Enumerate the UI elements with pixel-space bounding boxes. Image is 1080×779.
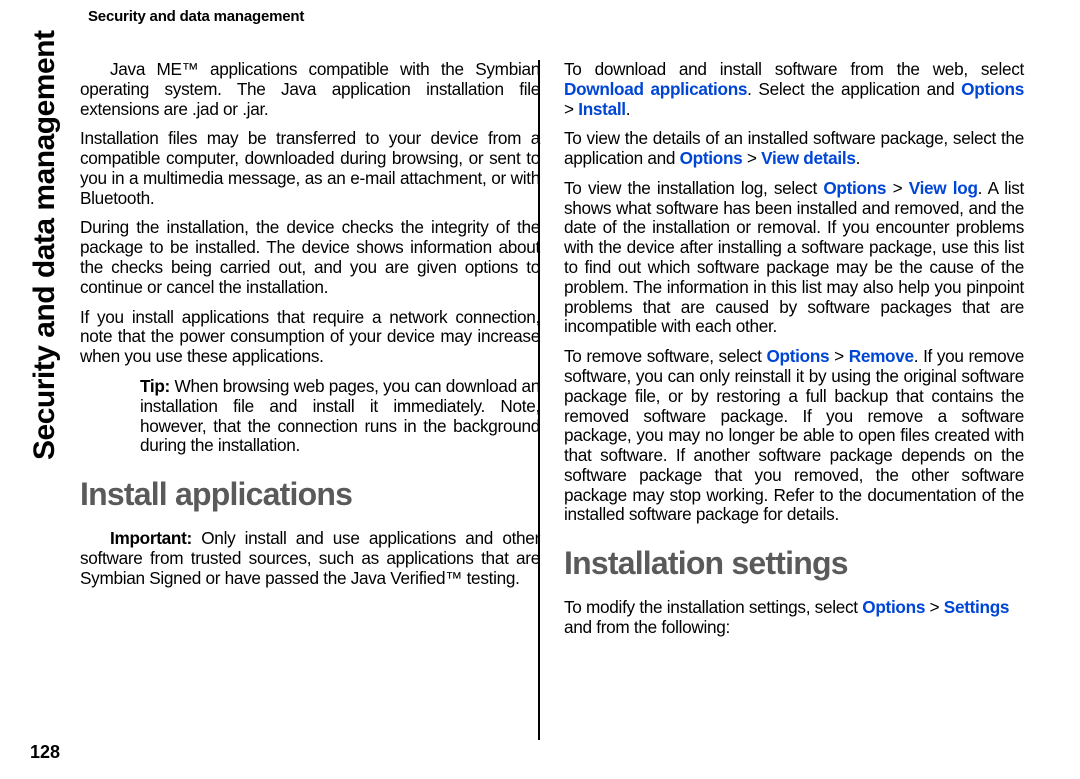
para-tip: Tip: When browsing web pages, you can do… [80, 377, 540, 456]
link-download-applications: Download applications [564, 79, 747, 99]
link-options: Options [823, 178, 886, 198]
link-view-details: View details [761, 148, 855, 168]
link-options: Options [680, 148, 743, 168]
link-view-log: View log [909, 178, 978, 198]
link-install: Install [578, 99, 626, 119]
heading-install-applications: Install applications [80, 476, 540, 513]
important-label: Important: [110, 528, 192, 548]
para-view-log: To view the installation log, select Opt… [564, 179, 1024, 337]
page: Security and data management Security an… [0, 0, 1080, 779]
para-important: Important: Only install and use applicat… [80, 529, 540, 588]
heading-installation-settings: Installation settings [564, 545, 1024, 582]
para-modify-settings: To modify the installation settings, sel… [564, 598, 1024, 638]
para-remove: To remove software, select Options > Rem… [564, 347, 1024, 525]
link-settings: Settings [944, 597, 1009, 617]
para-network-power: If you install applications that require… [80, 308, 540, 367]
right-column: To download and install software from th… [564, 60, 1024, 750]
link-remove: Remove [849, 346, 914, 366]
para-java-me: Java ME™ applications compatible with th… [80, 60, 540, 119]
tip-text: When browsing web pages, you can downloa… [140, 376, 540, 455]
para-view-details: To view the details of an installed soft… [564, 129, 1024, 169]
content-columns: Java ME™ applications compatible with th… [80, 60, 1060, 750]
link-options: Options [862, 597, 925, 617]
side-section-label: Security and data management [28, 31, 62, 460]
para-integrity-check: During the installation, the device chec… [80, 218, 540, 297]
running-header: Security and data management [88, 8, 304, 25]
para-install-transfer: Installation files may be transferred to… [80, 129, 540, 208]
link-options: Options [961, 79, 1024, 99]
left-column: Java ME™ applications compatible with th… [80, 60, 540, 750]
link-options: Options [766, 346, 829, 366]
tip-label: Tip: [140, 376, 170, 396]
para-download-install: To download and install software from th… [564, 60, 1024, 119]
page-number: 128 [30, 742, 60, 763]
